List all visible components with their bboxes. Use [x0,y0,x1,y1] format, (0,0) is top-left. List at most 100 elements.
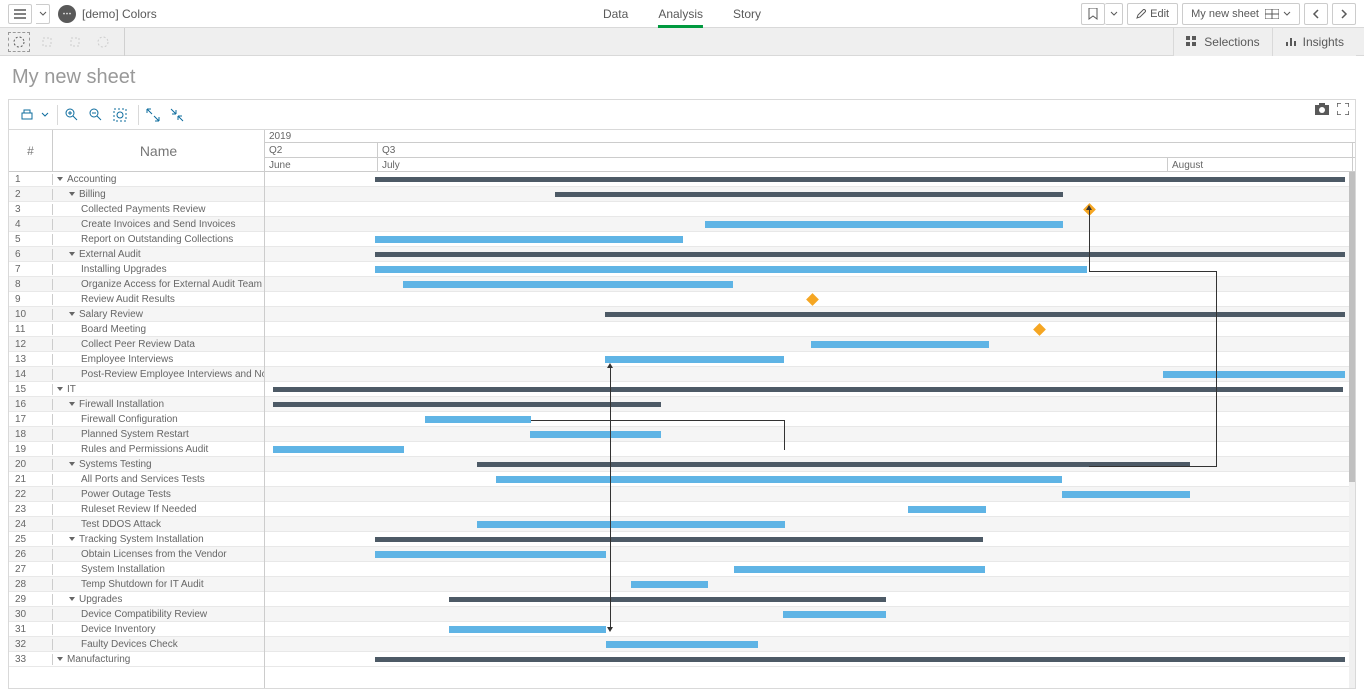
gantt-bar[interactable] [273,446,404,453]
gantt-bar[interactable] [631,581,708,588]
gantt-bar[interactable] [1062,491,1190,498]
task-row[interactable]: 5Report on Outstanding Collections [9,232,264,247]
gantt-bar[interactable] [496,476,1062,483]
task-row[interactable]: 17Firewall Configuration [9,412,264,427]
task-row[interactable]: 31Device Inventory [9,622,264,637]
insights-button[interactable]: Insights [1273,28,1356,56]
task-row[interactable]: 24Test DDOS Attack [9,517,264,532]
collapse-icon[interactable] [57,177,63,181]
collapse-icon[interactable] [69,462,75,466]
zoom-in-icon[interactable] [62,105,82,125]
gantt-bar[interactable] [605,356,784,363]
sel-tool-4-icon[interactable] [92,32,114,52]
task-row[interactable]: 28Temp Shutdown for IT Audit [9,577,264,592]
task-row[interactable]: 11Board Meeting [9,322,264,337]
collapse-icon[interactable] [69,597,75,601]
gantt-bar[interactable] [530,431,661,438]
print-icon[interactable] [17,105,37,125]
tab-story[interactable]: Story [733,1,761,27]
task-row[interactable]: 14Post-Review Employee Interviews and No… [9,367,264,382]
gantt-bar[interactable] [403,281,733,288]
gantt-bar[interactable] [605,312,1345,317]
task-row[interactable]: 15IT [9,382,264,397]
collapse-icon[interactable] [69,312,75,316]
collapse-icon[interactable] [167,105,187,125]
collapse-icon[interactable] [57,387,63,391]
gantt-bar[interactable] [273,402,661,407]
task-row[interactable]: 27System Installation [9,562,264,577]
task-row[interactable]: 13Employee Interviews [9,352,264,367]
gantt-bar[interactable] [375,252,1345,257]
task-row[interactable]: 18Planned System Restart [9,427,264,442]
zoom-fit-icon[interactable] [110,105,130,125]
task-row[interactable]: 25Tracking System Installation [9,532,264,547]
task-row[interactable]: 32Faulty Devices Check [9,637,264,652]
gantt-bar[interactable] [375,657,1345,662]
task-row[interactable]: 26Obtain Licenses from the Vendor [9,547,264,562]
gantt-bar[interactable] [375,266,1087,273]
task-row[interactable]: 3Collected Payments Review [9,202,264,217]
collapse-icon[interactable] [69,192,75,196]
gantt-bar[interactable] [375,236,683,243]
edit-button[interactable]: Edit [1127,3,1178,25]
gantt-bar[interactable] [425,416,531,423]
task-row[interactable]: 7Installing Upgrades [9,262,264,277]
milestone-diamond[interactable] [806,293,819,306]
vertical-scrollbar[interactable] [1349,172,1355,688]
expand-icon[interactable] [143,105,163,125]
fullscreen-icon[interactable] [1337,103,1349,115]
gantt-bar[interactable] [734,566,985,573]
task-row[interactable]: 6External Audit [9,247,264,262]
collapse-icon[interactable] [69,537,75,541]
bookmark-dropdown[interactable] [1105,3,1123,25]
task-row[interactable]: 4Create Invoices and Send Invoices [9,217,264,232]
collapse-icon[interactable] [69,402,75,406]
milestone-diamond[interactable] [1033,323,1046,336]
prev-sheet-button[interactable] [1304,3,1328,25]
sheet-selector[interactable]: My new sheet [1182,3,1300,25]
snapshot-icon[interactable] [1315,103,1329,115]
lasso-tool-icon[interactable] [8,32,30,52]
task-row[interactable]: 12Collect Peer Review Data [9,337,264,352]
task-row[interactable]: 22Power Outage Tests [9,487,264,502]
task-row[interactable]: 30Device Compatibility Review [9,607,264,622]
sel-tool-2-icon[interactable] [36,32,58,52]
col-header-number[interactable]: # [9,130,53,171]
task-row[interactable]: 9Review Audit Results [9,292,264,307]
task-row[interactable]: 21All Ports and Services Tests [9,472,264,487]
gantt-bar[interactable] [908,506,986,513]
zoom-out-icon[interactable] [86,105,106,125]
col-header-name[interactable]: Name [53,130,264,171]
task-row[interactable]: 29Upgrades [9,592,264,607]
tab-data[interactable]: Data [603,1,628,27]
sel-tool-3-icon[interactable] [64,32,86,52]
task-row[interactable]: 19Rules and Permissions Audit [9,442,264,457]
task-row[interactable]: 16Firewall Installation [9,397,264,412]
menu-dropdown[interactable] [36,4,50,24]
task-row[interactable]: 23Ruleset Review If Needed [9,502,264,517]
gantt-bar[interactable] [783,611,886,618]
tab-analysis[interactable]: Analysis [658,1,703,27]
bookmark-button[interactable] [1081,3,1105,25]
gantt-bar[interactable] [449,626,606,633]
collapse-icon[interactable] [69,252,75,256]
gantt-bar[interactable] [375,177,1345,182]
gantt-bar[interactable] [449,597,886,602]
menu-button[interactable] [8,4,32,24]
task-row[interactable]: 2Billing [9,187,264,202]
task-row[interactable]: 1Accounting [9,172,264,187]
gantt-bar[interactable] [375,537,983,542]
gantt-bar[interactable] [811,341,989,348]
gantt-timeline[interactable]: 2019 Q2Q3 JuneJulyAugust [265,130,1355,688]
next-sheet-button[interactable] [1332,3,1356,25]
task-row[interactable]: 8Organize Access for External Audit Team [9,277,264,292]
gantt-bar[interactable] [606,641,758,648]
collapse-icon[interactable] [57,657,63,661]
gantt-bar[interactable] [705,221,1063,228]
selections-button[interactable]: Selections [1174,28,1272,56]
task-row[interactable]: 33Manufacturing [9,652,264,667]
gantt-bar[interactable] [555,192,1063,197]
gantt-bar[interactable] [477,521,785,528]
task-row[interactable]: 10Salary Review [9,307,264,322]
gantt-bar[interactable] [1163,371,1345,378]
